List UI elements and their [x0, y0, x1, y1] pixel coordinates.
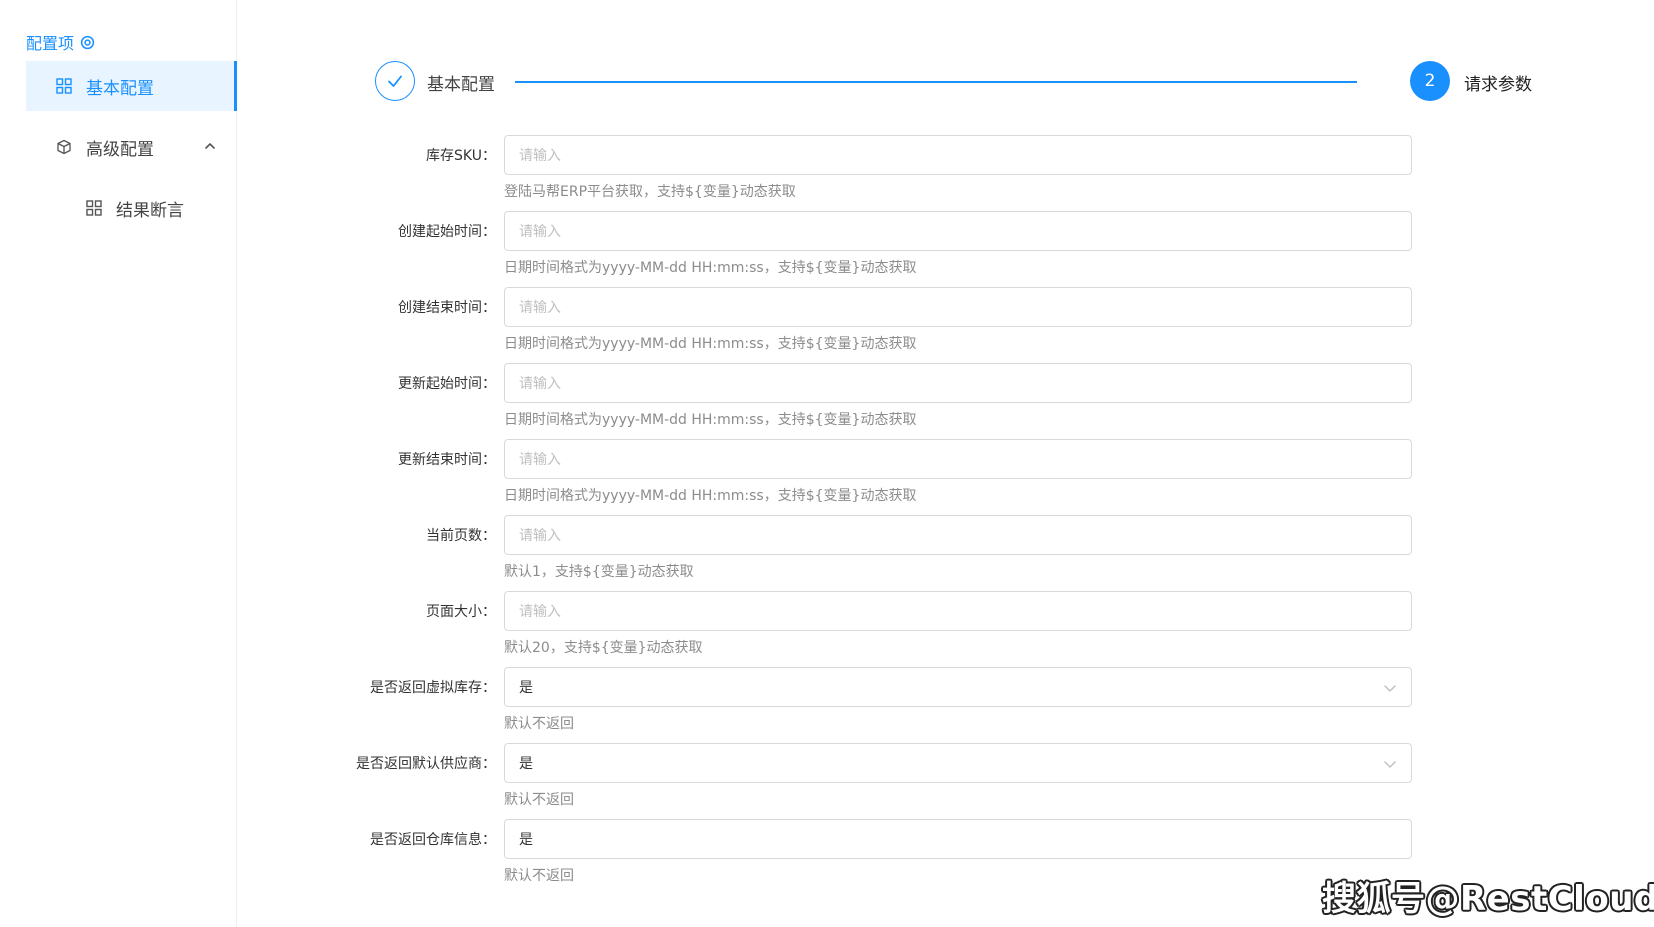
form-label: 当前页数： — [426, 528, 496, 544]
form-help-text: 默认不返回 — [504, 792, 574, 808]
watermark-text: 搜狐号@RestCloud — [1322, 879, 1654, 919]
current-page-input[interactable]: 请输入 — [504, 515, 1412, 555]
form-row-create-end-time: 创建结束时间： 请输入 日期时间格式为yyyy-MM-dd HH:mm:ss，支… — [300, 287, 1412, 367]
form-row-sku: 库存SKU： 请输入 登陆马帮ERP平台获取，支持${变量}动态获取 — [300, 135, 1412, 215]
form-row-return-warehouse-info: 是否返回仓库信息： 是 默认不返回 — [300, 819, 1412, 899]
form-help-text: 日期时间格式为yyyy-MM-dd HH:mm:ss，支持${变量}动态获取 — [504, 412, 917, 428]
update-start-time-input[interactable]: 请输入 — [504, 363, 1412, 403]
input-placeholder: 请输入 — [519, 604, 561, 620]
form-help-text: 日期时间格式为yyyy-MM-dd HH:mm:ss，支持${变量}动态获取 — [504, 488, 917, 504]
input-placeholder: 请输入 — [519, 148, 561, 164]
form-row-page-size: 页面大小： 请输入 默认20，支持${变量}动态获取 — [300, 591, 1412, 671]
page-size-input[interactable]: 请输入 — [504, 591, 1412, 631]
form-row-current-page: 当前页数： 请输入 默认1，支持${变量}动态获取 — [300, 515, 1412, 595]
form-help-text: 日期时间格式为yyyy-MM-dd HH:mm:ss，支持${变量}动态获取 — [504, 260, 917, 276]
form-row-return-default-supplier: 是否返回默认供应商： 是 默认不返回 — [300, 743, 1412, 823]
return-default-supplier-select[interactable]: 是 — [504, 743, 1412, 783]
request-params-form: 库存SKU： 请输入 登陆马帮ERP平台获取，支持${变量}动态获取 创建起始时… — [0, 0, 1654, 927]
form-label: 更新起始时间： — [398, 376, 496, 392]
return-warehouse-info-select[interactable]: 是 — [504, 819, 1412, 859]
form-help-text: 默认不返回 — [504, 868, 574, 884]
chevron-down-icon — [1384, 685, 1396, 692]
select-value: 是 — [519, 832, 533, 848]
select-value: 是 — [519, 756, 533, 772]
form-row-update-start-time: 更新起始时间： 请输入 日期时间格式为yyyy-MM-dd HH:mm:ss，支… — [300, 363, 1412, 443]
sku-input[interactable]: 请输入 — [504, 135, 1412, 175]
form-help-text: 登陆马帮ERP平台获取，支持${变量}动态获取 — [504, 184, 796, 200]
form-label: 库存SKU： — [426, 148, 496, 164]
page-root: 配置项 基本配置 高级配置 结果断言 基本配置 2 请求参数 库存SKU： 请输… — [0, 0, 1654, 927]
create-start-time-input[interactable]: 请输入 — [504, 211, 1412, 251]
form-label: 页面大小： — [426, 604, 496, 620]
form-label: 创建起始时间： — [398, 224, 496, 240]
input-placeholder: 请输入 — [519, 300, 561, 316]
input-placeholder: 请输入 — [519, 224, 561, 240]
form-help-text: 默认不返回 — [504, 716, 574, 732]
form-label: 创建结束时间： — [398, 300, 496, 316]
form-help-text: 默认1，支持${变量}动态获取 — [504, 564, 694, 580]
form-help-text: 默认20，支持${变量}动态获取 — [504, 640, 703, 656]
form-help-text: 日期时间格式为yyyy-MM-dd HH:mm:ss，支持${变量}动态获取 — [504, 336, 917, 352]
form-row-create-start-time: 创建起始时间： 请输入 日期时间格式为yyyy-MM-dd HH:mm:ss，支… — [300, 211, 1412, 291]
form-label: 是否返回默认供应商： — [356, 756, 496, 772]
form-row-return-virtual-stock: 是否返回虚拟库存： 是 默认不返回 — [300, 667, 1412, 747]
input-placeholder: 请输入 — [519, 452, 561, 468]
create-end-time-input[interactable]: 请输入 — [504, 287, 1412, 327]
chevron-down-icon — [1384, 761, 1396, 768]
return-virtual-stock-select[interactable]: 是 — [504, 667, 1412, 707]
input-placeholder: 请输入 — [519, 528, 561, 544]
form-row-update-end-time: 更新结束时间： 请输入 日期时间格式为yyyy-MM-dd HH:mm:ss，支… — [300, 439, 1412, 519]
form-label: 更新结束时间： — [398, 452, 496, 468]
update-end-time-input[interactable]: 请输入 — [504, 439, 1412, 479]
input-placeholder: 请输入 — [519, 376, 561, 392]
form-label: 是否返回仓库信息： — [370, 832, 496, 848]
select-value: 是 — [519, 680, 533, 696]
form-label: 是否返回虚拟库存： — [370, 680, 496, 696]
